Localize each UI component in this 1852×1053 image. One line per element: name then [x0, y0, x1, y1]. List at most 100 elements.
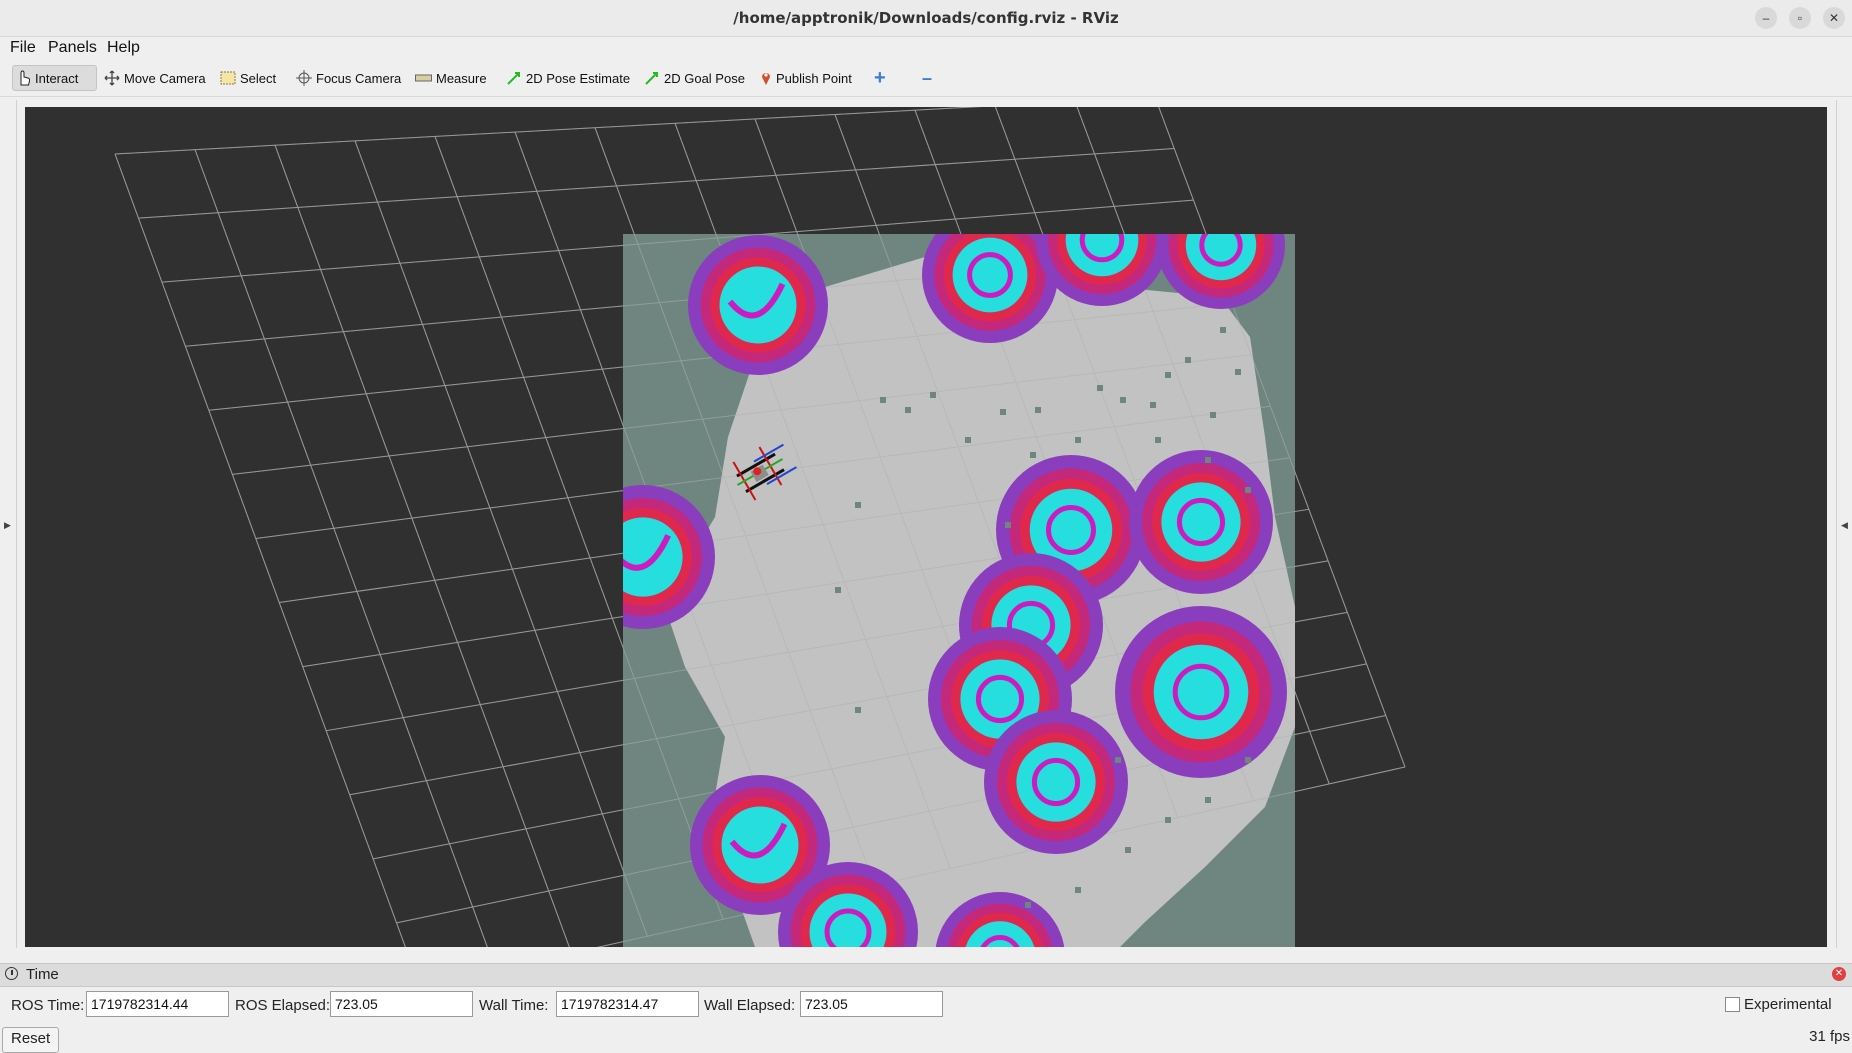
obstacle-speck: [1005, 522, 1011, 528]
select-label: Select: [240, 70, 277, 86]
render-viewport[interactable]: [25, 107, 1827, 947]
obstacle-speck: [1220, 327, 1226, 333]
reset-button[interactable]: Reset: [2, 1027, 60, 1053]
obstacle-speck: [1245, 487, 1251, 493]
publish-point-tool-button[interactable]: Publish Point: [756, 65, 856, 91]
wall-elapsed-field[interactable]: [800, 991, 943, 1017]
menu-file[interactable]: File: [10, 39, 36, 57]
obstacle-speck: [1165, 372, 1171, 378]
obstacle-speck: [1150, 402, 1156, 408]
grid-line: [114, 153, 406, 947]
interact-tool-button[interactable]: Interact: [12, 65, 97, 91]
map-pin-icon: [762, 73, 770, 85]
close-window-button[interactable]: ✕: [1823, 7, 1845, 29]
hand-pointer-icon: [20, 70, 31, 86]
scene-canvas[interactable]: [25, 107, 1827, 947]
obstacle-speck: [1030, 452, 1036, 458]
time-panel-title: Time: [26, 966, 59, 983]
expand-left-icon: ▶: [4, 520, 11, 530]
measure-tool-button[interactable]: Measure: [411, 65, 491, 91]
close-icon: ✕: [1828, 11, 1840, 25]
interact-label: Interact: [35, 70, 79, 86]
obstacle-speck: [855, 502, 861, 508]
grid-line: [194, 149, 488, 947]
ros-elapsed-field[interactable]: [330, 991, 473, 1017]
focus-camera-tool-button[interactable]: Focus Camera: [292, 65, 405, 91]
obstacle-speck: [1210, 412, 1216, 418]
grid-line: [274, 145, 570, 947]
left-dock-handle[interactable]: ▶: [0, 100, 17, 948]
obstacle-speck: [1205, 457, 1211, 463]
inflation-core: [1065, 234, 1139, 277]
obstacle-speck: [905, 407, 911, 413]
minimize-icon: –: [1762, 11, 1770, 25]
expand-right-icon: ◀: [1841, 520, 1848, 530]
inflation-core: [952, 237, 1028, 313]
menu-help[interactable]: Help: [107, 39, 140, 57]
grid-line: [114, 107, 982, 155]
inflation-core: [1161, 482, 1241, 562]
obstacle-speck: [1185, 357, 1191, 363]
tool-bar: Interact Move Camera Select Focus Camera…: [0, 60, 1852, 97]
menu-panels[interactable]: Panels: [48, 39, 97, 57]
obstacle-speck: [1165, 817, 1171, 823]
experimental-checkbox[interactable]: [1725, 997, 1740, 1012]
obstacle-speck: [1075, 887, 1081, 893]
obstacle-speck: [1075, 437, 1081, 443]
obstacle-speck: [1125, 847, 1131, 853]
minus-icon: –: [922, 67, 933, 88]
window-titlebar: /home/apptronik/Downloads/config.rviz - …: [0, 0, 1852, 37]
obstacle-speck: [930, 392, 936, 398]
obstacle-speck: [1000, 409, 1006, 415]
pose-estimate-tool-button[interactable]: 2D Pose Estimate: [502, 65, 634, 91]
green-arrow-icon: [507, 72, 520, 85]
obstacle-speck: [1025, 902, 1031, 908]
publish-point-label: Publish Point: [776, 70, 852, 86]
obstacle-speck: [1115, 757, 1121, 763]
close-panel-icon[interactable]: ✕: [1832, 967, 1846, 981]
grid-line: [194, 149, 488, 947]
ros-time-label: ROS Time:: [11, 997, 85, 1014]
ros-elapsed-label: ROS Elapsed:: [235, 997, 331, 1014]
add-tool-button[interactable]: +: [870, 65, 890, 91]
goal-pose-label: 2D Goal Pose: [664, 70, 745, 86]
right-dock-handle[interactable]: ◀: [1836, 100, 1852, 948]
minimize-button[interactable]: –: [1755, 7, 1777, 29]
measure-label: Measure: [436, 70, 487, 86]
remove-tool-button[interactable]: –: [918, 65, 936, 91]
select-box-icon: [220, 71, 236, 85]
grid-line: [114, 107, 982, 155]
inflation-core: [1185, 234, 1257, 281]
move-camera-tool-button[interactable]: Move Camera: [100, 65, 210, 91]
maximize-button[interactable]: ▫: [1789, 7, 1811, 29]
obstacle-speck: [1120, 397, 1126, 403]
focus-camera-label: Focus Camera: [316, 70, 402, 86]
grid-line: [354, 140, 648, 937]
menu-bar: File Panels Help: [0, 36, 1852, 60]
select-tool-button[interactable]: Select: [216, 65, 280, 91]
obstacle-speck: [1155, 437, 1161, 443]
wall-elapsed-label: Wall Elapsed:: [704, 997, 796, 1014]
ros-time-field[interactable]: [86, 991, 229, 1017]
inflation-core: [623, 517, 683, 597]
obstacle-speck: [1245, 757, 1251, 763]
experimental-label: Experimental: [1744, 996, 1832, 1013]
move-arrows-icon: [104, 70, 120, 86]
move-camera-label: Move Camera: [124, 70, 206, 86]
clock-icon: [5, 967, 18, 980]
obstacle-speck: [1035, 407, 1041, 413]
inflation-core: [1016, 742, 1096, 822]
wall-time-label: Wall Time:: [479, 997, 549, 1014]
green-arrow-icon: [645, 72, 658, 85]
obstacle-speck: [1097, 385, 1103, 391]
fps-counter: 31 fps: [1809, 1028, 1850, 1045]
wall-time-field[interactable]: [556, 991, 699, 1017]
pose-estimate-label: 2D Pose Estimate: [526, 70, 631, 86]
obstacle-speck: [1235, 369, 1241, 375]
obstacle-speck: [835, 587, 841, 593]
maximize-icon: ▫: [1797, 11, 1803, 25]
window-title: /home/apptronik/Downloads/config.rviz - …: [733, 9, 1119, 27]
ruler-icon: [415, 74, 432, 82]
grid-line: [138, 148, 1175, 219]
goal-pose-tool-button[interactable]: 2D Goal Pose: [640, 65, 749, 91]
